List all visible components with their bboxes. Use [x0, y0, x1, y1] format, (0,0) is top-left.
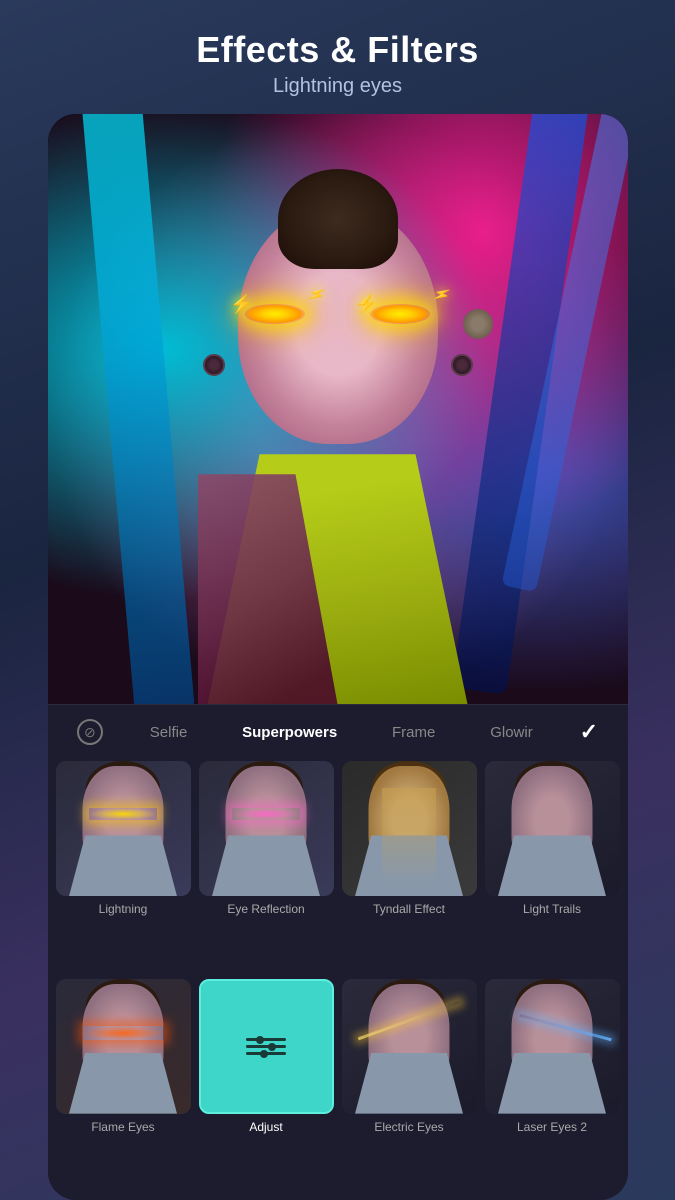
lightning-eyes-effect — [213, 304, 463, 324]
photo-area — [48, 114, 628, 704]
person-body — [198, 404, 478, 704]
effect-thumb-flame-eyes — [56, 979, 191, 1114]
effect-thumb-lightning-eyes — [199, 979, 334, 1114]
phone-frame: ⊘ Selfie Superpowers Frame Glowir ✓ Ligh… — [48, 114, 628, 1200]
effect-preview-flame-eyes — [56, 979, 191, 1114]
effect-preview-eye-reflection — [199, 761, 334, 896]
effect-label-flame-eyes: Flame Eyes — [91, 1120, 154, 1134]
controls-bar: ⊘ Selfie Superpowers Frame Glowir ✓ — [48, 704, 628, 753]
effect-item-lightning-eyes[interactable]: Adjust — [199, 979, 334, 1188]
effect-label-lightning: Lightning — [99, 902, 148, 916]
effect-preview-lightning — [56, 761, 191, 896]
adjust-icon — [246, 981, 286, 1112]
effect-label-tyndall: Tyndall Effect — [373, 902, 445, 916]
effect-item-light-trails[interactable]: Light Trails — [485, 761, 620, 970]
adjust-line-2 — [246, 1045, 286, 1048]
right-eye-glow — [370, 304, 430, 324]
effect-item-lightning[interactable]: Lightning — [56, 761, 191, 970]
effect-item-flame-eyes[interactable]: Flame Eyes — [56, 979, 191, 1188]
effect-thumb-laser-eyes-2 — [485, 979, 620, 1114]
page-title: Effects & Filters — [20, 28, 655, 71]
effects-grid: Lightning Eye Reflection Tyndall Eff — [48, 753, 628, 1200]
earring-left — [203, 354, 225, 376]
adjust-line-3 — [246, 1052, 286, 1055]
effect-item-electric-eyes[interactable]: Electric Eyes — [342, 979, 477, 1188]
thumb-body — [69, 1053, 177, 1114]
cancel-button[interactable]: ⊘ — [77, 719, 103, 745]
confirm-button[interactable]: ✓ — [580, 719, 598, 745]
header: Effects & Filters Lightning eyes — [0, 0, 675, 114]
effect-preview-tyndall — [342, 761, 477, 896]
effect-preview-electric-eyes — [342, 979, 477, 1114]
page-subtitle: Lightning eyes — [20, 75, 655, 98]
effect-item-eye-reflection[interactable]: Eye Reflection — [199, 761, 334, 970]
effect-preview-light-trails — [485, 761, 620, 896]
effect-preview-laser-eyes-2 — [485, 979, 620, 1114]
adjust-line-1 — [246, 1038, 286, 1041]
tab-glowir[interactable]: Glowir — [482, 720, 541, 745]
effect-label-electric-eyes: Electric Eyes — [374, 1120, 443, 1134]
effect-label-eye-reflection: Eye Reflection — [227, 902, 304, 916]
effect-item-laser-eyes-2[interactable]: Laser Eyes 2 — [485, 979, 620, 1188]
thumb-body — [69, 835, 177, 896]
effect-label-laser-eyes-2: Laser Eyes 2 — [517, 1120, 587, 1134]
earring-right — [451, 354, 473, 376]
effect-label-lightning-eyes: Adjust — [249, 1120, 282, 1134]
effect-preview-lightning-eyes — [201, 981, 332, 1112]
ear-decoration — [463, 309, 493, 339]
effect-thumb-eye-reflection — [199, 761, 334, 896]
effect-thumb-tyndall — [342, 761, 477, 896]
effect-thumb-electric-eyes — [342, 979, 477, 1114]
effect-item-tyndall[interactable]: Tyndall Effect — [342, 761, 477, 970]
tab-selfie[interactable]: Selfie — [142, 720, 196, 745]
thumb-body — [212, 835, 320, 896]
effect-thumb-lightning — [56, 761, 191, 896]
effect-label-light-trails: Light Trails — [523, 902, 581, 916]
tab-frame[interactable]: Frame — [384, 720, 443, 745]
person-hair — [278, 169, 398, 269]
thumb-body — [498, 1053, 606, 1114]
effect-thumb-light-trails — [485, 761, 620, 896]
thumb-body — [498, 835, 606, 896]
tab-superpowers[interactable]: Superpowers — [234, 720, 345, 745]
thumb-body — [355, 1053, 463, 1114]
thumb-body — [355, 835, 463, 896]
cancel-icon: ⊘ — [84, 724, 96, 741]
left-eye-glow — [245, 304, 305, 324]
